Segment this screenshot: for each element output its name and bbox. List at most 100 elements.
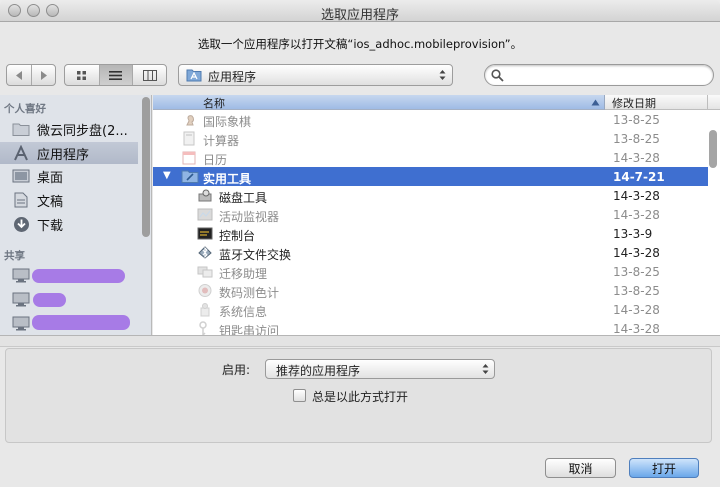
always-open-label: 总是以此方式打开 [312,390,409,404]
downloads-icon [12,216,30,232]
forward-arrow-icon [41,70,47,80]
applications-icon [12,145,30,161]
row-name: 国际象棋 [203,115,252,129]
enable-popup-value: 推荐的应用程序 [276,364,361,378]
disk-utility-icon [197,188,213,203]
history-navigation [6,64,56,86]
system-info-icon [197,302,213,317]
sidebar-item-label: 微云同步盘(2... [37,123,128,139]
sidebar: 个人喜好 微云同步盘(2... 应用程序 桌面 文稿 下载 共享 [0,95,152,335]
title-bar: 选取应用程序 [0,0,720,23]
row-name: 数码测色计 [219,286,280,300]
sidebar-item-applications[interactable]: 应用程序 [0,142,138,164]
column-header-filler [708,95,720,110]
sidebar-item-desktop[interactable]: 桌面 [0,165,138,187]
list-row[interactable]: 日历 14-3-28 [153,148,708,167]
applications-folder-icon [186,69,202,82]
row-name: 活动监视器 [219,210,280,224]
sidebar-scrollbar[interactable] [142,97,150,237]
enable-popup[interactable]: 推荐的应用程序 [265,359,495,379]
sidebar-item-shared-2[interactable] [0,288,138,310]
activity-monitor-icon [197,207,213,222]
list-row[interactable]: 活动监视器 14-3-28 [153,205,708,224]
console-icon [197,226,213,241]
list-row[interactable]: 钥匙串访问 14-3-28 [153,319,708,335]
column-view-icon [142,69,157,81]
folder-icon [12,121,30,137]
sidebar-item-downloads[interactable]: 下载 [0,213,138,235]
column-view-button[interactable] [132,65,166,85]
list-row[interactable]: 国际象棋 13-8-25 [153,110,708,129]
keychain-icon [197,321,213,335]
forward-button[interactable] [31,65,55,85]
row-date: 13-8-25 [613,284,660,298]
row-date: 13-8-25 [613,132,660,146]
list-row[interactable]: 系统信息 14-3-28 [153,300,708,319]
cancel-button[interactable]: 取消 [545,458,616,478]
computer-icon [12,291,30,307]
color-meter-icon [197,283,213,298]
sidebar-item-label: 应用程序 [37,147,90,163]
icon-view-button[interactable] [65,65,99,85]
desktop-icon [12,168,30,184]
redacted-name [32,269,125,283]
row-date: 14-3-28 [613,189,660,203]
row-date: 14-7-21 [613,170,665,184]
row-date: 14-3-28 [613,303,660,317]
always-open-checkbox[interactable] [293,389,306,402]
enable-label: 启用: [222,363,251,377]
open-button[interactable]: 打开 [629,458,699,478]
favorites-header: 个人喜好 [4,103,46,115]
row-name: 日历 [203,153,228,167]
migration-assistant-icon [197,264,213,279]
name-column-header[interactable]: 名称 [153,95,605,110]
back-arrow-icon [15,70,22,80]
row-date: 13-8-25 [613,113,660,127]
computer-icon [12,267,30,283]
back-button[interactable] [7,65,31,85]
date-column-header[interactable]: 修改日期 [605,95,708,110]
list-row[interactable]: 迁移助理 13-8-25 [153,262,708,281]
list-view-icon [109,70,123,80]
row-date: 14-3-28 [613,151,660,165]
popup-arrows-icon [482,364,489,374]
sidebar-item-label: 下载 [37,218,64,234]
search-icon [491,69,504,82]
date-column-label: 修改日期 [612,97,656,110]
redacted-name [32,315,130,330]
list-row[interactable]: 计算器 13-8-25 [153,129,708,148]
list-row[interactable]: 蓝牙文件交换 14-3-28 [153,243,708,262]
calendar-icon [181,150,197,165]
row-date: 14-3-28 [613,246,660,260]
list-row[interactable]: ▼ 实用工具 14-7-21 [153,167,708,186]
sidebar-item-label: 桌面 [37,170,64,186]
row-date: 14-3-28 [613,322,660,335]
view-mode-control [64,64,167,86]
list-row[interactable]: 控制台 13-3-9 [153,224,708,243]
column-header: 名称 修改日期 [153,95,720,110]
documents-icon [12,192,30,208]
choose-application-dialog: 选取应用程序 选取一个应用程序以打开文稿“ios_adhoc.mobilepro… [0,0,720,487]
row-name: 蓝牙文件交换 [219,248,292,262]
list-row[interactable]: 数码测色计 13-8-25 [153,281,708,300]
list-row[interactable]: 磁盘工具 14-3-28 [153,186,708,205]
name-column-label: 名称 [203,97,225,110]
list-scrollbar[interactable] [709,130,717,168]
sidebar-item-documents[interactable]: 文稿 [0,189,138,211]
split-divider[interactable] [0,335,720,347]
search-field[interactable] [484,64,714,86]
computer-icon [12,315,30,331]
sidebar-item-weiyun[interactable]: 微云同步盘(2... [0,118,138,140]
location-popup[interactable]: 应用程序 [178,64,453,86]
row-date: 13-3-9 [613,227,653,241]
list-view-button[interactable] [98,65,133,85]
row-name: 控制台 [219,229,256,243]
icon-view-icon [77,70,87,80]
sort-ascending-icon [591,99,600,106]
location-label: 应用程序 [208,70,257,84]
row-name: 迁移助理 [219,267,268,281]
row-name: 磁盘工具 [219,191,268,205]
disclosure-triangle-icon[interactable]: ▼ [163,170,171,181]
row-name: 系统信息 [219,305,268,319]
popup-arrows-icon [439,70,446,80]
